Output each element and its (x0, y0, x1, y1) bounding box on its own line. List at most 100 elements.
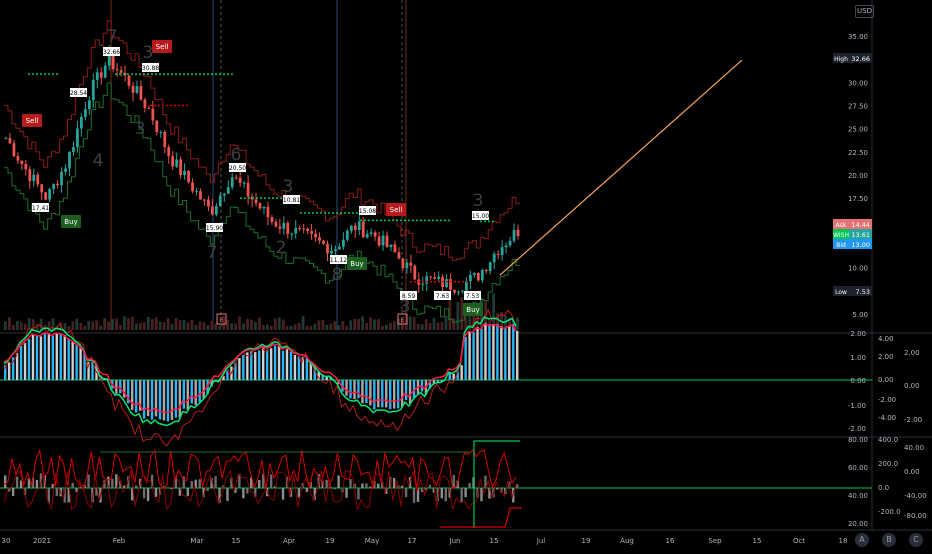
candle-body (136, 86, 139, 93)
histogram-bar (32, 334, 34, 380)
histogram-bar (75, 345, 77, 380)
volume-bar (294, 324, 297, 330)
candle-body (505, 245, 508, 247)
volume-bar (318, 320, 321, 330)
volume-bar (262, 325, 265, 330)
histogram-bar (389, 380, 391, 409)
histogram-bar (135, 486, 137, 488)
histogram-bar (377, 484, 379, 488)
candle-body (275, 222, 278, 227)
currency-button[interactable]: USD (855, 5, 874, 18)
candle-body (390, 245, 393, 248)
volume-bar (87, 321, 90, 330)
price-tick-label: 30.00 (848, 79, 868, 87)
candle-body (413, 266, 416, 280)
candle-body (445, 279, 448, 287)
candle-body (370, 232, 373, 234)
histogram-bar (159, 380, 161, 419)
price-tag: 7.63 (436, 293, 450, 300)
price-pane[interactable] (4, 21, 742, 330)
candle-body (378, 237, 381, 246)
macd-oscillator-pane[interactable] (0, 310, 872, 446)
histogram-bar (64, 335, 66, 380)
candle-body (17, 156, 20, 160)
time-tick-label: 19 (326, 537, 335, 545)
histogram-bar (155, 380, 157, 416)
candle-body (52, 184, 55, 189)
chart-settings-button[interactable]: C (909, 533, 923, 547)
histogram-bar (147, 380, 149, 416)
volume-bar (445, 316, 448, 330)
volume-bar (151, 319, 154, 330)
volume-bar (314, 324, 317, 330)
volume-bar (91, 322, 94, 330)
volume-bar (341, 321, 344, 330)
time-tick-label: Aug (620, 537, 634, 545)
volume-bar (107, 322, 110, 330)
candle-body (473, 273, 476, 275)
volume-bar (377, 319, 380, 330)
volume-bar (210, 321, 213, 330)
auto-scale-button[interactable]: A (855, 533, 869, 547)
osc1-left-tick: 2.00 (850, 330, 866, 338)
candle-body (366, 234, 369, 237)
osc1-mid-tick: 2.00 (878, 353, 894, 361)
trading-chart[interactable]: 35.0032.5030.0027.5025.0022.5020.0017.50… (0, 0, 932, 550)
candle-body (346, 231, 349, 240)
candle-body (497, 254, 500, 255)
candle-body (84, 109, 87, 117)
candle-body (259, 203, 262, 208)
candle-body (469, 275, 472, 281)
volume-bar (179, 320, 182, 330)
price-tick-label: 35.00 (848, 33, 868, 41)
histogram-bar (401, 380, 403, 407)
chart-canvas[interactable]: 35.0032.5030.0027.5025.0022.5020.0017.50… (0, 0, 932, 550)
histogram-bar (357, 488, 359, 499)
histogram-bar (484, 323, 486, 380)
volume-bar (12, 325, 15, 330)
volume-bar (441, 322, 444, 330)
candle-body (421, 284, 424, 285)
time-tick-label: Mar (190, 537, 203, 545)
volume-bar (298, 323, 301, 330)
candle-body (267, 207, 270, 217)
wave-count-digit: 7 (207, 243, 218, 263)
candle-body (44, 192, 47, 199)
log-scale-button[interactable]: B (882, 533, 896, 547)
time-tick-label: 15 (232, 537, 241, 545)
candle-body (334, 249, 337, 250)
time-tick-label: 19 (582, 537, 591, 545)
histogram-bar (464, 337, 466, 380)
candle-body (322, 241, 325, 244)
histogram-bar (468, 483, 470, 488)
histogram-bar (405, 488, 407, 497)
wave-count-digit: 4 (93, 151, 104, 171)
candle-body (128, 75, 131, 85)
volume-bar (4, 321, 7, 330)
volume-bar (369, 317, 372, 330)
time-tick-label: Feb (113, 537, 126, 545)
rsi-oscillator-pane[interactable] (0, 441, 872, 528)
osc1-right-tick: -2.00 (904, 416, 922, 424)
candle-body (306, 229, 309, 231)
histogram-bar (155, 488, 157, 497)
osc2-left-tick: 40.00 (848, 492, 868, 500)
volume-bar (163, 322, 166, 330)
candle-body (56, 184, 59, 185)
candle-body (342, 240, 345, 247)
histogram-bar (385, 380, 387, 407)
histogram-bar (460, 488, 462, 502)
histogram-bar (508, 326, 510, 380)
histogram-bar (143, 488, 145, 498)
volume-bar (516, 317, 519, 330)
candle-body (398, 252, 401, 258)
osc2-right-tick: -40.00 (904, 492, 927, 500)
candle-body (88, 100, 91, 109)
osc2-mid-tick: -200.0 (878, 508, 901, 516)
histogram-bar (377, 380, 379, 407)
buy-signal: Buy (466, 306, 479, 314)
candle-body (425, 276, 428, 283)
volume-bar (119, 325, 122, 330)
wave-count-digit: 3 (283, 177, 294, 197)
volume-bar (123, 316, 126, 330)
